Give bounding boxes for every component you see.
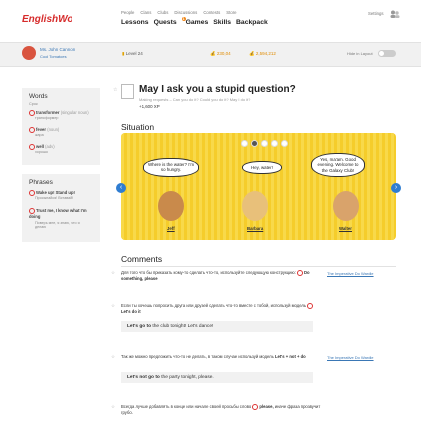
top-links: People Clans Clubs Discussions Contests … xyxy=(121,10,237,15)
carousel-dots xyxy=(241,140,288,147)
gems-counter: 💰 2,594,212 xyxy=(249,51,276,57)
comment-link[interactable]: The Imperative Do Wardle xyxy=(327,355,374,360)
comment-text: Так же можно предложить что-то не делать… xyxy=(121,354,306,359)
phrase-translation: Просыпайся! Вставай! xyxy=(35,196,74,200)
comment-text: Для того что бы приказать кому-то сделат… xyxy=(121,270,310,282)
divider xyxy=(121,266,396,267)
top-link-discussions[interactable]: Discussions xyxy=(174,10,197,15)
hide-label: Hide in Layout xyxy=(347,51,373,56)
comment-link[interactable]: The Imperative Do Wardle xyxy=(327,271,374,276)
comments-title: Comments xyxy=(121,254,163,264)
character-name[interactable]: Barbara xyxy=(247,226,263,231)
nav-quests[interactable]: Quests 1 xyxy=(153,17,186,26)
gems-value: 2,594,212 xyxy=(255,51,276,56)
character-barbara-face[interactable] xyxy=(242,191,268,221)
phrases-title: Phrases xyxy=(29,179,53,186)
words-subtitle: Срок xyxy=(29,102,38,106)
carousel-dot[interactable] xyxy=(251,140,258,147)
svg-text:EnglishWorld: EnglishWorld xyxy=(22,14,72,25)
phrase-item[interactable]: Trust me, I know what I'm doing xyxy=(29,208,95,219)
carousel-next-icon[interactable]: › xyxy=(391,183,401,193)
speech-bubble: Yes, ma'am. Good evening. Welcome to the… xyxy=(311,153,365,178)
coins-icon: 💰 xyxy=(210,51,216,56)
top-link-clans[interactable]: Clans xyxy=(140,10,151,15)
top-link-store[interactable]: Store xyxy=(226,10,236,15)
audio-icon[interactable] xyxy=(297,270,303,276)
carousel-dot[interactable] xyxy=(261,140,268,147)
audio-icon[interactable] xyxy=(307,303,314,309)
level-label: Level 24 xyxy=(125,51,143,56)
carousel-dot[interactable] xyxy=(281,140,288,147)
word-translation: жара xyxy=(35,133,44,137)
speech-bubble: Hey, water! xyxy=(242,161,282,175)
nav-lessons[interactable]: Lessons xyxy=(121,19,149,26)
carousel-prev-icon[interactable]: ‹ xyxy=(116,183,126,193)
favorite-star-icon[interactable]: ☆ xyxy=(113,87,117,93)
character-name[interactable]: Jeff xyxy=(167,226,175,231)
comment-star-icon[interactable]: ☆ xyxy=(111,404,115,410)
words-panel: Words Срок transformer (singular noun) т… xyxy=(22,88,100,165)
main-nav: Lessons Quests 1 Games Skills Backpack xyxy=(121,17,268,26)
nav-backpack[interactable]: Backpack xyxy=(236,19,268,26)
character-name[interactable]: Walter xyxy=(339,226,352,231)
comment-star-icon[interactable]: ☆ xyxy=(111,270,115,276)
word-item[interactable]: fever (noun) xyxy=(29,127,59,133)
word-translation: трансформер xyxy=(35,116,59,120)
top-link-contests[interactable]: Contests xyxy=(203,10,220,15)
top-link-clubs[interactable]: Clubs xyxy=(157,10,168,15)
user-name[interactable]: Ms. John Cannon xyxy=(40,47,75,52)
coins-counter: 💰 230,04 xyxy=(210,51,231,57)
words-title: Words xyxy=(29,93,48,100)
settings-link[interactable]: Settings xyxy=(368,11,384,16)
word-translation: хорошо xyxy=(35,150,48,154)
character-jeff-face[interactable] xyxy=(158,191,184,221)
lesson-doc-icon xyxy=(121,84,134,99)
comic-strip: Where is the water? I'm so hungry. Hey, … xyxy=(121,133,396,240)
comment-star-icon[interactable]: ☆ xyxy=(111,354,115,360)
user-status[interactable]: Cool Tomatoes xyxy=(40,54,67,59)
avatar[interactable] xyxy=(22,46,36,60)
nav-quests-label: Quests xyxy=(153,19,177,26)
top-link-people[interactable]: People xyxy=(121,10,134,15)
comment-text: Всегда лучше добавлять в конце или начал… xyxy=(121,404,321,416)
level-indicator: ▮ Level 24 xyxy=(122,51,143,57)
example-sentence[interactable]: Let's not go to the party tonight, pleas… xyxy=(121,372,313,383)
comment-star-icon[interactable]: ☆ xyxy=(111,303,115,309)
friends-icon[interactable] xyxy=(390,10,400,18)
carousel-dot[interactable] xyxy=(271,140,278,147)
gems-icon: 💰 xyxy=(249,51,255,56)
carousel-dot[interactable] xyxy=(241,140,248,147)
xp-reward: +1,600 XP xyxy=(139,104,160,109)
phrases-panel: Phrases Wake up! Stand up! Просыпайся! В… xyxy=(22,174,100,242)
audio-icon[interactable] xyxy=(252,404,259,410)
page-title: May I ask you a stupid question? xyxy=(139,84,296,95)
level-icon: ▮ xyxy=(122,51,125,56)
comic-background xyxy=(121,133,396,240)
speech-bubble: Where is the water? I'm so hungry. xyxy=(143,158,199,177)
nav-skills[interactable]: Skills xyxy=(213,19,231,26)
situation-title: Situation xyxy=(121,122,155,132)
hide-toggle[interactable] xyxy=(378,50,396,57)
phrase-translation: Поверь мне, я знаю, что я делаю xyxy=(35,221,80,229)
coins-value: 230,04 xyxy=(216,51,231,56)
character-walter-face[interactable] xyxy=(333,191,359,221)
nav-games[interactable]: Games xyxy=(186,19,209,26)
comment-text: Если ты хочешь попросить друга или друзе… xyxy=(121,303,321,315)
englishworld-logo[interactable]: EnglishWorld xyxy=(22,10,72,26)
lesson-subtitle: Making requests – Can you do it? Could y… xyxy=(139,97,251,102)
example-sentence[interactable]: Let's go to the club tonight! Let's danc… xyxy=(121,321,313,332)
